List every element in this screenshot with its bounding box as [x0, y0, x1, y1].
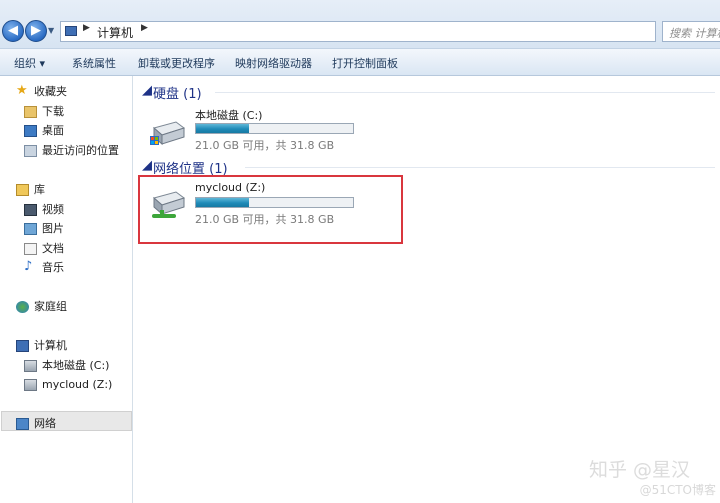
section-divider [215, 92, 715, 93]
hard-drive-icon [24, 360, 37, 372]
star-icon: ★ [16, 83, 28, 98]
video-icon [24, 204, 37, 216]
drive-space-info: 21.0 GB 可用，共 31.8 GB [195, 139, 335, 152]
chevron-down-icon[interactable]: ◢ [142, 83, 152, 98]
desktop-icon [24, 125, 37, 137]
drive-name: 本地磁盘 (C:) [195, 109, 263, 122]
chevron-right-icon[interactable]: ▶ [83, 23, 90, 33]
forward-button[interactable]: ▶ [25, 20, 47, 42]
chevron-down-icon[interactable]: ◢ [142, 158, 152, 173]
recent-places-icon [24, 145, 37, 157]
picture-icon [24, 223, 37, 235]
open-control-panel-button[interactable]: 打开控制面板 [332, 55, 398, 71]
document-icon [24, 243, 37, 255]
network-drive-icon [24, 379, 37, 391]
map-network-drive-button[interactable]: 映射网络驱动器 [235, 55, 312, 71]
organize-menu[interactable]: 组织 ▾ [14, 55, 45, 71]
hard-disks-header[interactable]: 硬盘 (1) [153, 83, 202, 102]
section-divider [245, 167, 715, 168]
watermark-source: @51CTO博客 [639, 483, 716, 497]
recent-pages-dropdown-icon[interactable]: ▼ [48, 27, 56, 35]
download-folder-icon [24, 106, 37, 118]
address-box[interactable]: ▶ 计算机 ▶ ▼ ↻ [60, 21, 710, 42]
system-properties-button[interactable]: 系统属性 [72, 55, 116, 71]
chevron-right-icon[interactable]: ▶ [141, 23, 148, 33]
drive-usage-bar [195, 123, 354, 134]
highlight-annotation-box [138, 175, 403, 244]
music-icon: ♪ [24, 259, 33, 274]
watermark: 知乎 @星汉 [588, 459, 690, 481]
command-bar: 组织 ▾ 系统属性 卸载或更改程序 映射网络驱动器 打开控制面板 [0, 48, 720, 76]
back-button[interactable]: ◀ [2, 20, 24, 42]
homegroup-icon [16, 301, 29, 313]
search-placeholder: 搜索 计算机 [669, 27, 720, 40]
computer-icon [16, 340, 29, 352]
address-bar-area: ◀ ▶ ▼ ▶ 计算机 ▶ ▼ ↻ 搜索 计算机 [0, 0, 720, 48]
network-icon [16, 418, 29, 430]
navigation-pane: ★ 收藏夹 下载 桌面 最近访问的位置 库 视频 图片 文档 ♪ 音乐 家庭组 … [0, 76, 133, 503]
library-icon [16, 184, 29, 196]
uninstall-program-button[interactable]: 卸载或更改程序 [138, 55, 215, 71]
hard-drive-icon [150, 118, 186, 148]
breadcrumb-computer[interactable]: 计算机 [97, 24, 133, 41]
drive-usage-fill [196, 124, 250, 133]
computer-icon [65, 26, 77, 36]
search-input[interactable]: 搜索 计算机 [662, 21, 720, 42]
